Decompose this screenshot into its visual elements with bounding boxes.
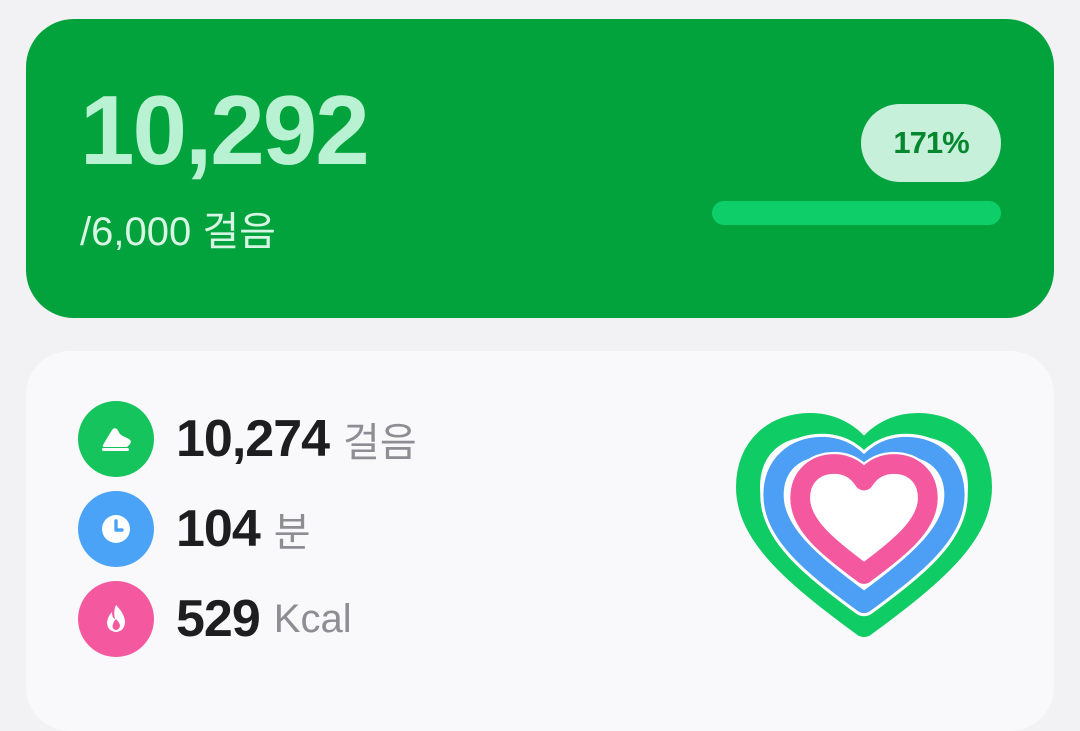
steps-count: 10,292 [80,75,370,185]
calories-unit: Kcal [273,596,352,641]
activity-heart-rings[interactable] [726,407,1002,658]
calories-value: 529 [176,590,261,648]
active-minutes-unit: 분 [273,511,311,555]
steps-progress-fill [712,201,1001,225]
percent-badge: 171% [861,104,1001,182]
steps-goal: /6,000 걸음 [80,210,276,254]
steps-value: 10,274 [176,410,330,468]
activity-row-steps: 10,274 걸음 [78,401,417,477]
active-minutes-value: 104 [176,500,261,558]
steps-progress-bar [712,201,1001,225]
steps-unit: 걸음 [343,421,417,465]
clock-icon [78,491,154,567]
activity-row-time: 104 분 [78,491,311,567]
activity-summary-card[interactable]: 10,274 걸음 104 분 529 Kcal [26,351,1054,731]
steps-summary-card[interactable]: 10,292 /6,000 걸음 171% [26,19,1054,318]
flame-icon [78,581,154,657]
shoe-icon [78,401,154,477]
activity-row-calories: 529 Kcal [78,581,352,657]
